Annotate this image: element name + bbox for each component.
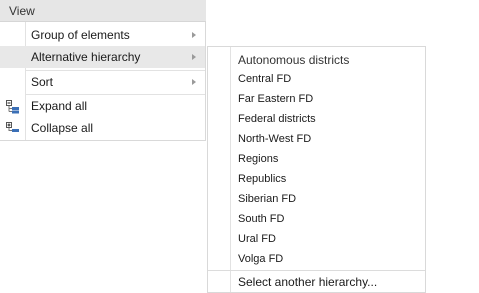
menu-item-label: Group of elements xyxy=(31,28,130,42)
submenu-item-ural-fd[interactable]: Ural FD xyxy=(231,229,425,249)
view-dropdown-menu: Group of elements Alternative hierarchy … xyxy=(0,22,206,141)
menu-item-label: Expand all xyxy=(31,99,88,113)
submenu-item-republics[interactable]: Republics xyxy=(231,169,425,189)
view-menu-title: View xyxy=(9,4,35,18)
chevron-right-icon xyxy=(192,32,196,38)
submenu-item-volga-fd[interactable]: Volga FD xyxy=(231,249,425,269)
menu-item-label: Collapse all xyxy=(31,121,94,135)
alternative-hierarchy-submenu: Autonomous districts Central FD Far East… xyxy=(207,46,426,293)
submenu-item-autonomous-districts[interactable]: Autonomous districts xyxy=(238,50,349,70)
menu-item-sort[interactable]: Sort xyxy=(0,71,205,93)
submenu-separator xyxy=(208,270,425,271)
menu-item-label: Alternative hierarchy xyxy=(31,50,141,64)
view-menu-header[interactable]: View xyxy=(0,0,206,22)
submenu-item-regions[interactable]: Regions xyxy=(231,149,425,169)
submenu-item-far-eastern-fd[interactable]: Far Eastern FD xyxy=(231,89,425,109)
chevron-right-icon xyxy=(192,79,196,85)
expand-tree-icon xyxy=(6,99,20,114)
menu-item-collapse-all[interactable]: Collapse all xyxy=(0,117,205,139)
select-another-hierarchy-item[interactable]: Select another hierarchy... xyxy=(231,272,425,292)
menu-item-group-of-elements[interactable]: Group of elements xyxy=(0,24,205,46)
menu-item-expand-all[interactable]: Expand all xyxy=(0,95,205,117)
submenu-item-central-fd[interactable]: Central FD xyxy=(231,69,425,89)
menu-item-label: Sort xyxy=(31,75,54,89)
submenu-item-siberian-fd[interactable]: Siberian FD xyxy=(231,189,425,209)
submenu-item-federal-districts[interactable]: Federal districts xyxy=(231,109,425,129)
menu-item-alternative-hierarchy[interactable]: Alternative hierarchy xyxy=(0,46,205,68)
submenu-item-south-fd[interactable]: South FD xyxy=(231,209,425,229)
submenu-item-north-west-fd[interactable]: North-West FD xyxy=(231,129,425,149)
chevron-right-icon xyxy=(192,54,196,60)
collapse-tree-icon xyxy=(6,121,20,135)
